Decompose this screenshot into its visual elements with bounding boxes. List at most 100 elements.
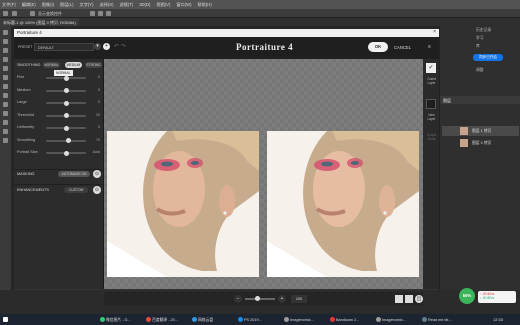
menu-select[interactable]: 选择(S)	[100, 2, 114, 8]
automask-toggle[interactable]: AUTOMASK ON	[58, 171, 90, 177]
align-icon-2[interactable]	[98, 11, 103, 16]
zoom-in-icon[interactable]: +	[278, 295, 286, 303]
taskbar-item-label: 微信图片 - G...	[106, 317, 131, 322]
enhancements-select[interactable]: CUSTOM	[64, 187, 88, 193]
new-layer-label[interactable]: New Layer	[424, 113, 439, 121]
enhancements-title[interactable]: ENHANCEMENTS	[17, 188, 49, 192]
brush-tool-icon[interactable]	[3, 75, 8, 80]
checkbox-icon[interactable]	[30, 11, 35, 16]
marquee-tool-icon[interactable]	[3, 39, 8, 44]
eraser-tool-icon[interactable]	[3, 93, 8, 98]
zoom-tool-icon[interactable]	[3, 138, 8, 143]
taskbar-item[interactable]: Bandicam 2...	[328, 315, 372, 324]
settings-icon[interactable]: ≡	[428, 44, 431, 50]
menu-window[interactable]: 窗口(W)	[176, 2, 191, 8]
preset-menu-icon[interactable]: ▾	[94, 43, 101, 50]
menu-3d[interactable]: 3D(D)	[139, 2, 150, 7]
align-icon-3[interactable]	[106, 11, 111, 16]
masking-title[interactable]: MASKING	[17, 172, 35, 176]
taskbar-item-label: 百度翻译 - 20...	[152, 317, 178, 322]
layer-row[interactable]: 图层 1 拷贝	[442, 126, 519, 136]
zoom-slider-knob[interactable]	[255, 296, 260, 301]
mode-strong[interactable]: STRONG	[85, 62, 102, 68]
show-transform-label[interactable]: 显示变换控件	[38, 11, 62, 17]
libraries-panel-tab[interactable]: 库	[476, 44, 480, 49]
app-icon	[146, 317, 151, 322]
check-icon[interactable]: ✓	[426, 63, 436, 73]
zoom-select[interactable]: 100	[291, 295, 307, 303]
lasso-tool-icon[interactable]	[3, 48, 8, 53]
layer-thumbnail	[460, 127, 468, 135]
layer-row[interactable]: 图层 0 拷贝	[442, 138, 519, 148]
cancel-button[interactable]: CANCEL	[394, 45, 411, 50]
slider-label: Fine	[17, 75, 25, 79]
pen-tool-icon[interactable]	[3, 111, 8, 116]
menu-image[interactable]: 图像(I)	[42, 2, 54, 8]
menu-type[interactable]: 文字(Y)	[80, 2, 94, 8]
menu-layer[interactable]: 图层(L)	[60, 2, 74, 8]
taskbar-item[interactable]: Read me.txt...	[420, 315, 464, 324]
document-tabs: 未标题-1 @ 100% (图层 0 拷贝, RGB/8#)	[0, 18, 520, 26]
doc-tab[interactable]: 未标题-1 @ 100% (图层 0 拷贝, RGB/8#)	[0, 18, 79, 26]
app-icon	[284, 317, 289, 322]
new-layer-icon[interactable]	[426, 99, 436, 109]
menu-edit[interactable]: 编辑(E)	[22, 2, 36, 8]
menu-help[interactable]: 帮助(H)	[197, 2, 211, 8]
slider-knob[interactable]	[63, 88, 69, 93]
stamp-tool-icon[interactable]	[3, 84, 8, 89]
auto-select-icon[interactable]	[12, 11, 17, 16]
enhancements-eyedropper-icon[interactable]: ⊙	[93, 186, 101, 194]
start-icon[interactable]	[2, 315, 10, 324]
close-icon[interactable]: ×	[433, 29, 436, 35]
preset-select[interactable]: DEFAULT	[34, 43, 94, 51]
taskbar-item[interactable]: Imagenomic...	[374, 315, 418, 324]
slider-knob[interactable]	[63, 100, 69, 106]
right-panels: 历史记录 学习 库 调整 同步已开启 图层 图层 1 拷贝 图层 0 拷贝	[439, 26, 520, 290]
menu-view[interactable]: 视图(V)	[156, 2, 170, 8]
mode-medium[interactable]: MEDIUM	[65, 62, 82, 68]
learn-panel-tab[interactable]: 学习	[476, 36, 484, 41]
slider-value: 0	[98, 125, 100, 129]
undo-redo-icon[interactable]: ↶ ↷	[114, 43, 126, 50]
mode-normal[interactable]: NORMAL	[43, 62, 60, 68]
taskbar-item[interactable]: Imagenomic...	[282, 315, 326, 324]
slider-knob[interactable]	[63, 150, 69, 156]
crop-tool-icon[interactable]	[3, 57, 8, 62]
hand-tool-icon[interactable]	[3, 129, 8, 134]
taskbar-item[interactable]: 百度翻译 - 20...	[144, 315, 188, 324]
slider-knob[interactable]	[63, 113, 69, 118]
zoom-out-icon[interactable]: −	[234, 295, 242, 303]
compare-view-icon[interactable]: ◫	[415, 295, 423, 303]
mask-eyedropper-icon[interactable]: ⊙	[93, 170, 101, 178]
taskbar-item[interactable]: 网络云盘	[190, 315, 234, 324]
menu-filter[interactable]: 滤镜(T)	[119, 2, 133, 8]
menu-file[interactable]: 文件(F)	[2, 2, 16, 8]
preview-area[interactable]	[104, 59, 423, 289]
app-icon	[192, 317, 197, 322]
smoothing-title[interactable]: SMOOTHING	[17, 63, 40, 67]
adjustments-panel-tab[interactable]: 调整	[476, 68, 484, 73]
align-icon[interactable]	[90, 11, 95, 16]
divider	[14, 184, 104, 185]
add-preset-icon[interactable]: +	[103, 43, 110, 50]
sync-button[interactable]: 同步已开启	[473, 54, 503, 61]
guest-layer-label[interactable]: Guest Layer	[424, 77, 439, 85]
split-view-icon[interactable]	[405, 295, 413, 303]
taskbar-item[interactable]: 微信图片 - G...	[98, 315, 142, 324]
text-tool-icon[interactable]	[3, 120, 8, 125]
gradient-tool-icon[interactable]	[3, 102, 8, 107]
eyedropper-tool-icon[interactable]	[3, 66, 8, 71]
single-view-icon[interactable]	[395, 295, 403, 303]
move-tool-icon[interactable]	[3, 11, 8, 16]
layers-panel-title[interactable]: 图层	[440, 96, 520, 104]
taskbar-item[interactable]: PS 2019...	[236, 315, 280, 324]
slider-knob[interactable]	[65, 138, 71, 143]
move-tool-icon[interactable]	[3, 30, 8, 35]
cpu-badge[interactable]: 55%	[459, 288, 475, 304]
zoom-slider[interactable]	[245, 298, 275, 300]
slider-knob[interactable]	[63, 125, 69, 131]
ok-button[interactable]: OK	[368, 42, 388, 52]
app-icon	[422, 317, 427, 322]
slider-knob[interactable]	[63, 75, 69, 81]
history-panel-tab[interactable]: 历史记录	[476, 28, 491, 33]
